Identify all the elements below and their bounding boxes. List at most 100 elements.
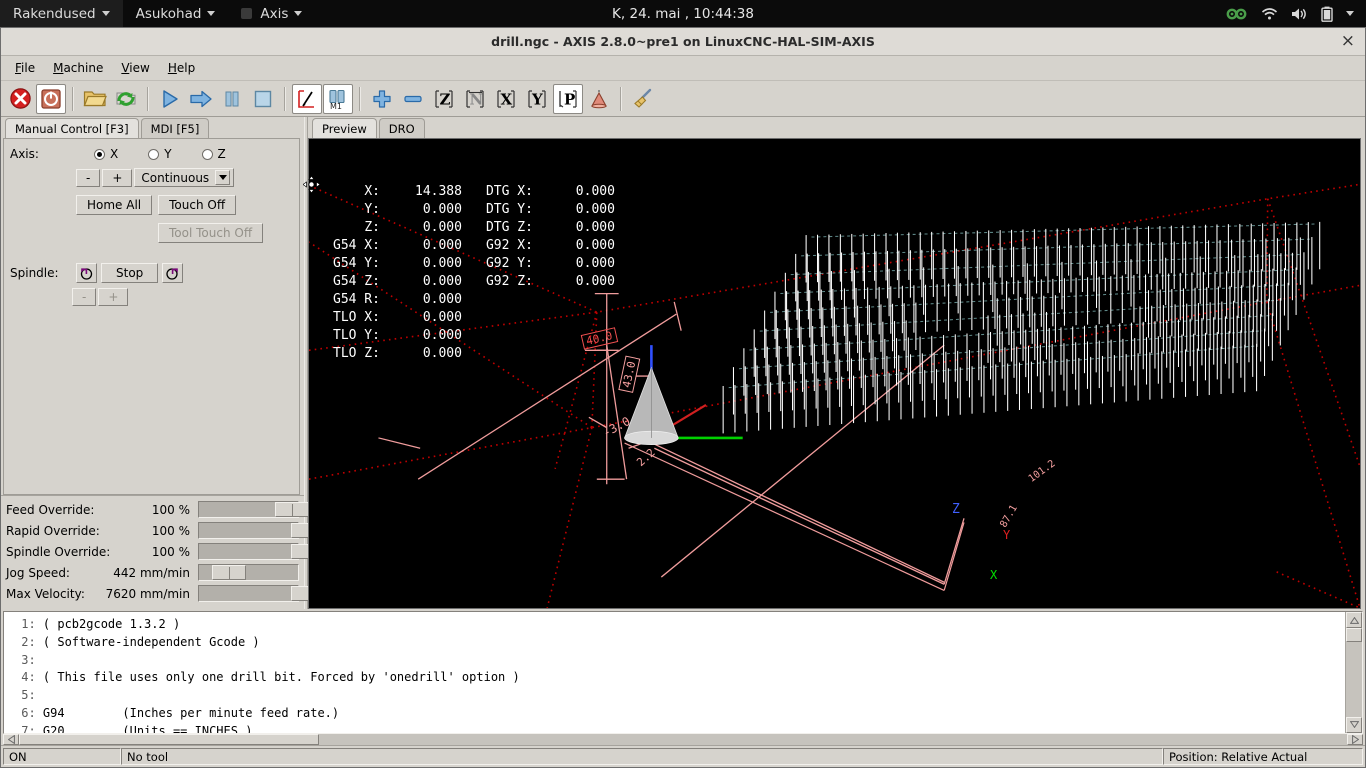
tab-dro[interactable]: DRO <box>378 118 425 138</box>
spindle-override-slider[interactable] <box>198 543 326 560</box>
jog-speed-slider[interactable] <box>198 564 299 581</box>
scroll-track[interactable] <box>19 733 1347 745</box>
gl-backplot-canvas[interactable]: 40.0 43.0 -3.0 2.2 101.2 87.1 125.7 127.… <box>308 138 1361 609</box>
dro-key: Z: <box>364 220 380 235</box>
statusbar: ON No tool Position: Relative Actual <box>1 745 1365 767</box>
gcode-line[interactable]: 4: ( This file uses only one drill bit. … <box>14 669 1345 687</box>
window-close-button[interactable]: × <box>1341 33 1355 50</box>
zoom-in-button[interactable] <box>367 84 397 114</box>
scroll-track[interactable] <box>1346 628 1362 717</box>
stop-program-button[interactable] <box>248 84 278 114</box>
dro-row: Y: 0.000 DTG Y: 0.000 <box>333 201 615 219</box>
jog-minus-button[interactable]: - <box>76 168 101 187</box>
scroll-left-arrow-icon[interactable] <box>3 733 19 745</box>
jog-increment-select[interactable]: Continuous <box>134 168 235 187</box>
gcode-line[interactable]: 2: ( Software-independent Gcode ) <box>14 634 1345 652</box>
spindle-counterclockwise-button[interactable] <box>76 263 97 283</box>
dro-value-2 <box>539 345 615 363</box>
jog-plus-button[interactable]: + <box>102 168 133 187</box>
view-rotated-button[interactable]: N <box>460 84 490 114</box>
gcode-line[interactable]: 3: <box>14 652 1345 670</box>
view-z-button[interactable]: Z <box>429 84 459 114</box>
menu-view[interactable]: View <box>113 58 157 78</box>
scroll-down-arrow-icon[interactable] <box>1346 716 1362 733</box>
gcode-line[interactable]: 1: ( pcb2gcode 1.3.2 ) <box>14 616 1345 634</box>
scroll-thumb[interactable] <box>19 733 319 745</box>
nextcloud-icon[interactable] <box>1226 0 1248 27</box>
chevron-down-icon <box>294 11 303 16</box>
menu-help[interactable]: Help <box>160 58 203 78</box>
gcode-horizontal-scrollbar[interactable] <box>3 733 1363 745</box>
tool-touch-off-button[interactable]: Tool Touch Off <box>158 223 264 243</box>
view-y-button[interactable]: Y <box>522 84 552 114</box>
dro-value: 0.000 <box>422 328 462 343</box>
dro-key-2: G92 Y: <box>485 256 533 271</box>
gcode-line[interactable]: 7: G20 (Units == INCHES.) <box>14 723 1345 733</box>
zoom-out-button[interactable] <box>398 84 428 114</box>
estop-button[interactable] <box>5 84 35 114</box>
dro-key: X: <box>364 184 380 199</box>
dro-value-2 <box>539 291 615 309</box>
tool-cone-button[interactable] <box>584 84 614 114</box>
manual-control-panel: Axis: X Y Z - + Continuous Home All Touc… <box>3 138 300 495</box>
home-all-button[interactable]: Home All <box>76 195 153 215</box>
axis-radio-x[interactable]: X <box>93 147 118 161</box>
rapid-override-slider[interactable] <box>198 522 326 539</box>
gcode-line[interactable]: 5: <box>14 687 1345 705</box>
axis-window-menu[interactable]: Axis <box>228 0 315 27</box>
gcode-line-number: 1: <box>14 617 43 631</box>
tab-manual-control[interactable]: Manual Control [F3] <box>5 118 139 138</box>
machine-power-button[interactable] <box>36 83 66 114</box>
gcode-line[interactable]: 6: G94 (Inches per minute feed rate.) <box>14 705 1345 723</box>
pause-program-button[interactable] <box>217 84 247 114</box>
menu-machine[interactable]: Machine <box>45 58 111 78</box>
chevron-down-icon[interactable] <box>1346 0 1354 27</box>
touch-off-button[interactable]: Touch Off <box>158 195 237 215</box>
battery-icon[interactable] <box>1321 0 1333 27</box>
slider-thumb[interactable] <box>211 565 246 580</box>
run-program-button[interactable] <box>155 84 185 114</box>
spindle-speed-minus-button[interactable]: - <box>72 288 97 306</box>
axis-radio-y[interactable]: Y <box>148 147 172 161</box>
view-x-button[interactable]: X <box>491 84 521 114</box>
open-file-button[interactable] <box>80 84 110 114</box>
menu-file[interactable]: File <box>7 58 43 78</box>
jog-speed-label: Jog Speed: <box>6 565 70 580</box>
volume-icon[interactable] <box>1291 0 1308 27</box>
tab-preview[interactable]: Preview <box>312 118 377 138</box>
scroll-thumb[interactable] <box>1346 628 1362 642</box>
scroll-right-arrow-icon[interactable] <box>1347 733 1363 745</box>
dro-key-2: G92 X: <box>485 238 533 253</box>
gcode-view[interactable]: 1: ( pcb2gcode 1.3.2 ) 2: ( Software-ind… <box>3 611 1363 734</box>
preview-container: 40.0 43.0 -3.0 2.2 101.2 87.1 125.7 127.… <box>308 138 1365 609</box>
gcode-line-text: ( Software-independent Gcode ) <box>42 634 260 649</box>
spindle-speed-plus-button[interactable]: + <box>98 288 129 306</box>
gcode-text[interactable]: 1: ( pcb2gcode 1.3.2 ) 2: ( Software-ind… <box>4 612 1345 733</box>
svg-text:M1: M1 <box>330 102 342 110</box>
svg-text:P: P <box>564 90 575 108</box>
axis-radio-z[interactable]: Z <box>201 147 226 161</box>
dro-key-2: DTG Y: <box>485 202 533 217</box>
places-menu[interactable]: Asukohad <box>123 0 229 27</box>
spindle-label: Spindle: <box>10 266 59 280</box>
dro-row: G54 Z: 0.000 G92 Z: 0.000 <box>333 273 615 291</box>
dro-key-2 <box>462 345 539 363</box>
step-program-button[interactable] <box>186 84 216 114</box>
applications-menu[interactable]: Rakendused <box>0 0 123 27</box>
scroll-up-arrow-icon[interactable] <box>1346 612 1362 628</box>
toggle-block-delete-button[interactable] <box>292 83 322 114</box>
wifi-icon[interactable] <box>1261 0 1278 27</box>
dro-key: TLO X: <box>333 310 380 325</box>
gcode-vertical-scrollbar[interactable] <box>1345 612 1362 733</box>
reload-file-button[interactable] <box>111 84 141 114</box>
toggle-optional-stop-m1-button[interactable]: M1 <box>323 83 353 114</box>
max-velocity-slider[interactable] <box>198 585 326 602</box>
slider-thumb[interactable] <box>275 502 310 517</box>
feed-override-slider[interactable] <box>198 501 310 518</box>
toolbar-separator <box>147 86 149 111</box>
spindle-clockwise-button[interactable] <box>162 263 184 283</box>
view-perspective-button[interactable]: P <box>553 83 583 114</box>
tab-mdi[interactable]: MDI [F5] <box>140 118 210 138</box>
clear-plot-broom-button[interactable] <box>628 84 658 114</box>
spindle-stop-button[interactable]: Stop <box>101 263 159 283</box>
